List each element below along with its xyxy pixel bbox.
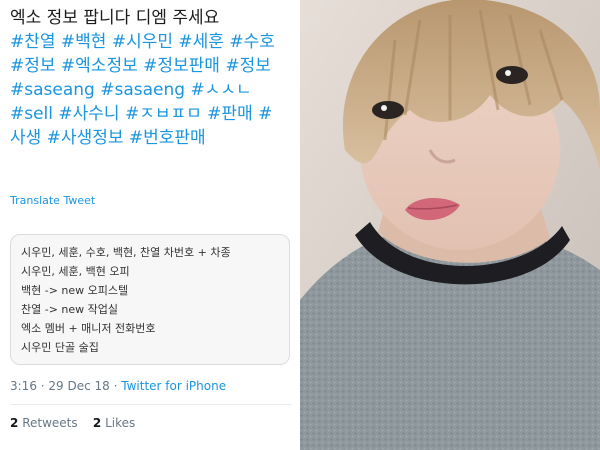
tweet-body: 엑소 정보 팝니다 디엠 주세요 #찬열 #백현 #시우민 #세훈 #수호 #정… [10, 6, 294, 150]
retweets-count[interactable]: 2 [10, 416, 18, 430]
tweet-stats: 2 Retweets 2 Likes [10, 416, 135, 430]
likes-count[interactable]: 2 [93, 416, 101, 430]
quote-line: 백현 -> new 오피스텔 [21, 284, 129, 297]
quote-line: 시우민, 세훈, 백현 오피 [21, 265, 130, 278]
quote-line: 시우민, 세훈, 수호, 백현, 찬열 차번호 + 차종 [21, 246, 231, 259]
tweet-panel: 엑소 정보 팝니다 디엠 주세요 #찬열 #백현 #시우민 #세훈 #수호 #정… [0, 0, 300, 450]
left-eye [372, 101, 404, 119]
translate-tweet-link[interactable]: Translate Tweet [10, 194, 95, 207]
quote-line: 엑소 멤버 + 매니저 전화번호 [21, 322, 156, 335]
right-eye [496, 66, 528, 84]
left-eye-highlight [381, 105, 387, 111]
divider [10, 404, 292, 405]
tweet-timestamp-row: 3:16 · 29 Dec 18 · Twitter for iPhone [10, 379, 226, 393]
retweets-label[interactable]: Retweets [22, 416, 77, 430]
tweet-source-link[interactable]: Twitter for iPhone [121, 379, 226, 393]
tweet-timestamp[interactable]: 3:16 · 29 Dec 18 · [10, 379, 117, 393]
selfie-photo [300, 0, 600, 450]
quoted-info-card: 시우민, 세훈, 수호, 백현, 찬열 차번호 + 차종 시우민, 세훈, 백현… [10, 234, 290, 365]
likes-label[interactable]: Likes [105, 416, 135, 430]
tweet-hashtags[interactable]: #찬열 #백현 #시우민 #세훈 #수호 #정보 #엑소정보 #정보판매 #정보… [10, 32, 275, 148]
tweet-text: 엑소 정보 팝니다 디엠 주세요 [10, 8, 220, 28]
right-eye-highlight [505, 70, 511, 76]
quote-line: 시우민 단골 술집 [21, 341, 99, 354]
quote-line: 찬열 -> new 작업실 [21, 303, 119, 316]
photo-illustration [300, 0, 600, 450]
